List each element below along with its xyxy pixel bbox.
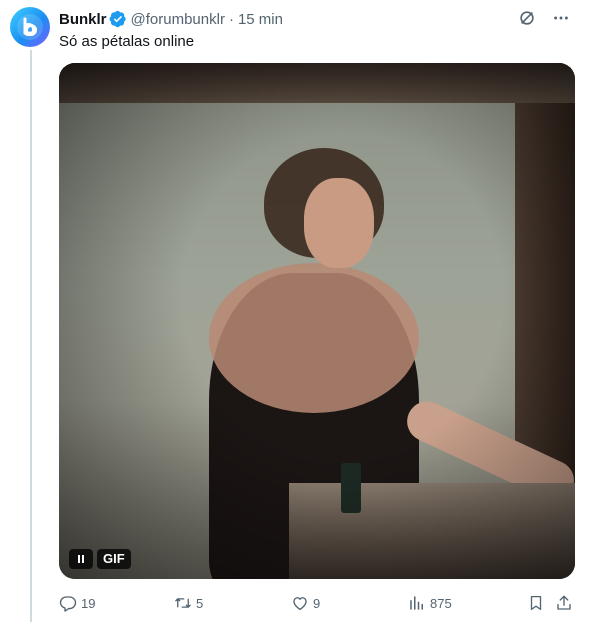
views-button[interactable]: 875 — [408, 594, 452, 612]
author-handle[interactable]: @forumbunklr — [131, 11, 225, 28]
pause-icon — [78, 555, 80, 563]
retweet-button[interactable]: 5 — [174, 594, 203, 612]
thread-line — [30, 50, 32, 622]
author-name[interactable]: Bunklr — [59, 11, 107, 28]
like-icon — [293, 597, 307, 611]
views-count: 875 — [430, 595, 452, 611]
grok-icon[interactable] — [517, 8, 537, 28]
separator-dot: · — [228, 10, 234, 28]
retweet-count: 5 — [196, 595, 204, 611]
share-button[interactable] — [555, 594, 573, 612]
avatar-logo — [17, 14, 43, 40]
verified-badge-icon — [109, 10, 127, 28]
bookmark-button[interactable] — [527, 594, 545, 612]
bookmark-icon — [530, 595, 542, 611]
retweet-icon — [175, 598, 191, 608]
tweet-actions: 19 5 9 875 — [59, 592, 575, 614]
tweet-time[interactable]: 15 min — [238, 11, 283, 28]
pause-button[interactable] — [69, 549, 93, 569]
tweet-text: Só as pétalas online — [59, 33, 195, 50]
gif-badge: GIF — [97, 549, 131, 569]
reply-count: 19 — [81, 595, 96, 611]
tweet-gif[interactable]: GIF — [59, 63, 575, 579]
avatar[interactable] — [10, 7, 50, 47]
reply-button[interactable]: 19 — [59, 594, 95, 612]
tweet-header: Bunklr @forumbunklr · 15 min — [59, 9, 283, 29]
views-icon — [410, 596, 423, 610]
gif-frame-vignette — [59, 63, 575, 579]
reply-icon — [59, 596, 77, 612]
share-icon — [557, 595, 571, 610]
like-button[interactable]: 9 — [291, 594, 320, 612]
gif-controls: GIF — [69, 549, 131, 569]
more-icon[interactable] — [551, 8, 571, 28]
tweet-top-actions — [517, 8, 571, 28]
like-count: 9 — [313, 595, 321, 611]
